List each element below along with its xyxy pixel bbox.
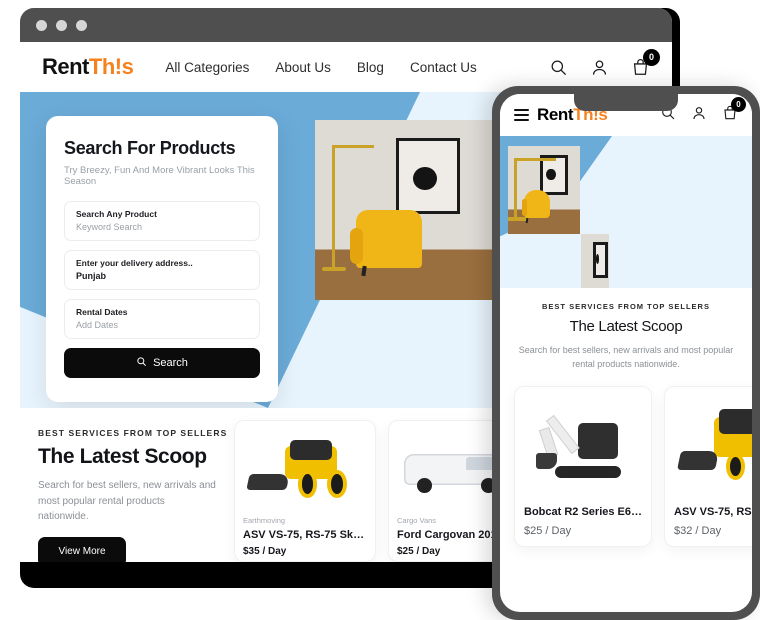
product-category: Earthmoving — [243, 516, 286, 525]
delivery-address-input[interactable]: Punjab — [76, 271, 248, 281]
nav-item-all-categories[interactable]: All Categories — [165, 60, 249, 75]
phone-notch — [574, 94, 678, 111]
nav-item-contact-us[interactable]: Contact Us — [410, 60, 477, 75]
mobile-scoop-title: The Latest Scoop — [569, 318, 683, 335]
cart-badge: 0 — [731, 96, 746, 112]
mobile-scoop-description: Search for best sellers, new arrivals an… — [518, 345, 734, 370]
list-item[interactable]: Bobcat R2 Series E60... $25 / Day — [514, 385, 652, 547]
view-more-button[interactable]: View More — [38, 536, 126, 562]
product-image-skid-steer — [243, 429, 367, 507]
mobile-logo-primary: Rent — [537, 105, 574, 124]
search-product-label: Search Any Product — [76, 209, 157, 219]
nav-item-blog[interactable]: Blog — [357, 60, 384, 75]
product-name: ASV VS-75, RS-... — [674, 505, 752, 518]
user-icon[interactable] — [590, 58, 609, 77]
search-card-subtitle: Try Breezy, Fun And More Vibrant Looks T… — [64, 165, 255, 187]
search-button-label: Search — [153, 357, 188, 369]
scoop-description: Search for best sellers, new arrivals an… — [38, 480, 216, 522]
product-card[interactable]: Earthmoving ASV VS-75, RS-75 Skid St... … — [234, 420, 376, 562]
scoop-eyebrow: BEST SERVICES FROM TOP SELLERS — [38, 428, 228, 438]
phone-mockup: RentTh!s 0 BEST SERVICES FROM TOP SELLER… — [492, 86, 760, 620]
delivery-address-label: Enter your delivery address.. — [76, 258, 193, 268]
logo-text-accent: Th!s — [88, 54, 134, 79]
rental-dates-input[interactable]: Add Dates — [76, 320, 248, 330]
search-button[interactable]: Search — [64, 348, 260, 378]
product-price: $32 / Day — [674, 524, 722, 537]
delivery-address-field[interactable]: Enter your delivery address.. Punjab — [64, 250, 260, 290]
mobile-scoop-eyebrow: BEST SERVICES FROM TOP SELLERS — [542, 302, 710, 311]
rental-dates-label: Rental Dates — [76, 307, 128, 317]
minimize-dot[interactable] — [56, 19, 67, 31]
mobile-scoop-text-block: BEST SERVICES FROM TOP SELLERS The Lates… — [500, 288, 752, 382]
product-name: Bobcat R2 Series E60... — [524, 505, 642, 518]
main-navigation: All Categories About Us Blog Contact Us — [165, 60, 476, 75]
search-product-input[interactable]: Keyword Search — [76, 222, 248, 232]
browser-titlebar — [20, 8, 672, 42]
product-card-list: Earthmoving ASV VS-75, RS-75 Skid St... … — [234, 408, 530, 562]
nav-item-about-us[interactable]: About Us — [275, 60, 331, 75]
search-products-card: Search For Products Try Breezy, Fun And … — [46, 116, 278, 402]
list-item[interactable]: ASV VS-75, RS-... $32 / Day — [664, 385, 752, 547]
search-button-icon — [136, 356, 147, 370]
mobile-living-room-photo — [508, 146, 580, 234]
search-card-title: Search For Products — [64, 138, 236, 158]
cart-badge: 0 — [643, 48, 660, 66]
user-icon[interactable] — [691, 105, 707, 126]
mobile-hero-section — [500, 136, 752, 288]
product-price: $25 / Day — [524, 524, 572, 537]
site-header: RentTh!s All Categories About Us Blog Co… — [20, 42, 672, 92]
rental-dates-field[interactable]: Rental Dates Add Dates — [64, 299, 260, 339]
product-image-skid-steer — [674, 395, 752, 492]
maximize-dot[interactable] — [76, 19, 87, 31]
scoop-title: The Latest Scoop — [38, 445, 207, 468]
close-dot[interactable] — [36, 19, 47, 31]
product-image-bobcat — [524, 395, 642, 492]
product-price: $35 / Day — [243, 546, 287, 557]
mobile-interior-photo — [581, 234, 609, 288]
site-logo[interactable]: RentTh!s — [42, 54, 134, 80]
scoop-text-block: BEST SERVICES FROM TOP SELLERS The Lates… — [20, 408, 234, 562]
hamburger-icon[interactable] — [514, 106, 529, 123]
cart-icon[interactable]: 0 — [722, 96, 746, 126]
logo-text-primary: Rent — [42, 54, 89, 79]
phone-screen: RentTh!s 0 BEST SERVICES FROM TOP SELLER… — [500, 94, 752, 612]
living-room-photo — [315, 120, 500, 300]
header-icon-group: 0 — [549, 48, 660, 77]
mobile-product-card-list: Bobcat R2 Series E60... $25 / Day ASV VS… — [500, 382, 752, 547]
search-icon[interactable] — [549, 58, 568, 77]
product-name: ASV VS-75, RS-75 Skid St... — [243, 529, 367, 541]
search-product-field[interactable]: Search Any Product Keyword Search — [64, 201, 260, 241]
cart-icon[interactable]: 0 — [631, 48, 660, 77]
screenshot-root: RentTh!s All Categories About Us Blog Co… — [0, 0, 760, 620]
